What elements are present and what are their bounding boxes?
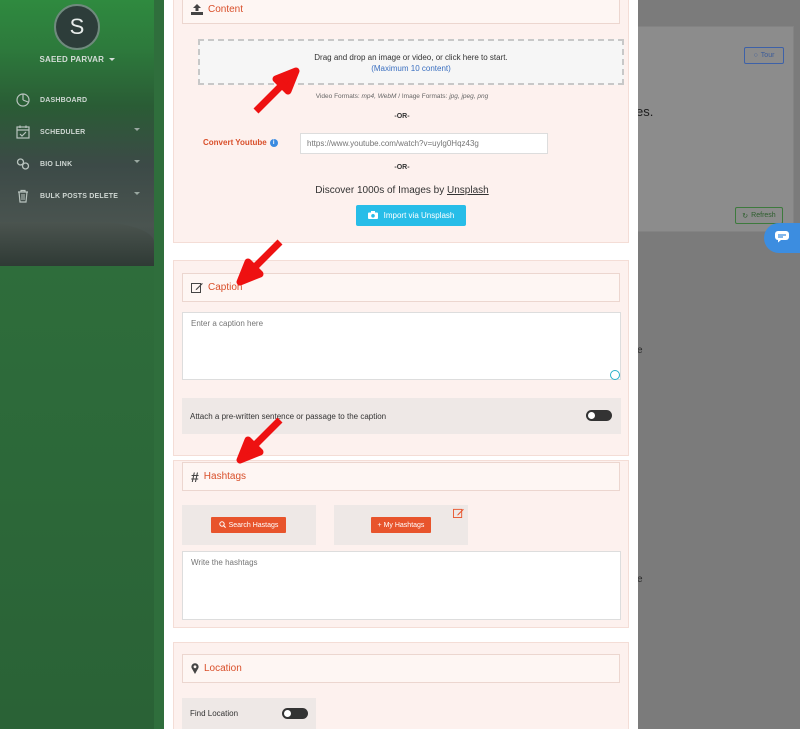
find-location-row: Find Location bbox=[182, 698, 316, 729]
youtube-label-text: Convert Youtube bbox=[203, 138, 267, 147]
content-header: Content bbox=[182, 0, 620, 24]
location-section: Location Find Location bbox=[173, 642, 629, 729]
dropzone-text: Drag and drop an image or video, or clic… bbox=[314, 53, 508, 62]
sidebar-item-bulk-posts-delete[interactable]: BULK POSTS DELETE bbox=[0, 185, 154, 207]
attach-passage-label: Attach a pre-written sentence or passage… bbox=[190, 411, 387, 421]
attach-passage-toggle[interactable] bbox=[586, 410, 612, 421]
chevron-down-icon bbox=[134, 128, 140, 131]
camera-icon bbox=[367, 210, 378, 221]
caption-textarea[interactable] bbox=[182, 312, 621, 380]
user-name: SAEED PARVAR bbox=[39, 55, 105, 64]
search-hashtags-button[interactable]: Search Hastags bbox=[211, 517, 286, 533]
chat-button[interactable] bbox=[764, 223, 800, 253]
sidebar-item-dashboard[interactable]: DASHBOARD bbox=[0, 89, 154, 111]
red-arrow-icon bbox=[253, 67, 300, 114]
youtube-label: Convert Youtube i bbox=[203, 138, 278, 147]
dashboard-icon bbox=[14, 91, 32, 109]
map-marker-icon bbox=[191, 663, 199, 674]
edit-icon bbox=[191, 282, 203, 293]
find-location-label: Find Location bbox=[190, 709, 239, 718]
search-hashtags-label: Search Hastags bbox=[228, 521, 279, 529]
sidebar-item-bio-link[interactable]: BIO LINK bbox=[0, 153, 154, 175]
edit-icon[interactable] bbox=[453, 508, 464, 521]
content-section: Content Drag and drop an image or video,… bbox=[173, 0, 629, 243]
sidebar-lower-panel bbox=[0, 266, 154, 729]
sidebar-item-label: BIO LINK bbox=[40, 160, 73, 168]
find-location-toggle[interactable] bbox=[282, 708, 308, 719]
hash-icon: # bbox=[191, 468, 199, 485]
image-formats-label: / Image Formats: bbox=[396, 93, 450, 100]
content-title: Content bbox=[208, 4, 244, 15]
avatar[interactable]: S bbox=[54, 4, 100, 50]
user-menu[interactable]: SAEED PARVAR bbox=[0, 55, 154, 64]
search-hashtags-box: Search Hastags bbox=[182, 505, 316, 545]
chevron-down-icon bbox=[134, 192, 140, 195]
emoji-icon[interactable] bbox=[610, 370, 620, 380]
trash-icon bbox=[14, 187, 32, 205]
youtube-url-input[interactable] bbox=[300, 133, 548, 154]
sidebar-item-scheduler[interactable]: SCHEDULER bbox=[0, 121, 154, 143]
unsplash-discover: Discover 1000s of Images by Unsplash bbox=[174, 185, 630, 196]
refresh-icon: ↻ bbox=[742, 212, 749, 220]
tour-label: Tour bbox=[760, 52, 775, 59]
video-formats-label: Video Formats: bbox=[315, 93, 362, 100]
calendar-icon bbox=[14, 123, 32, 141]
search-icon bbox=[218, 520, 226, 530]
my-hashtags-button[interactable]: + My Hashtags bbox=[371, 517, 431, 533]
supported-formats: Video Formats: mp4, WebM / Image Formats… bbox=[174, 93, 630, 100]
hashtags-textarea[interactable] bbox=[182, 551, 621, 620]
info-icon[interactable]: i bbox=[269, 138, 278, 147]
unsplash-link[interactable]: Unsplash bbox=[447, 185, 489, 196]
sidebar-background-hill bbox=[0, 222, 154, 266]
red-arrow-icon bbox=[236, 239, 283, 286]
refresh-button[interactable]: ↻ Refresh bbox=[735, 207, 783, 224]
sidebar-item-label: DASHBOARD bbox=[40, 96, 88, 104]
discover-text: Discover 1000s of Images by bbox=[315, 185, 448, 196]
hashtags-section: # Hashtags Search Hastags + My Hashtags bbox=[173, 460, 629, 628]
red-arrow-icon bbox=[236, 417, 283, 464]
image-formats: jpg, jpeg, png bbox=[449, 93, 489, 100]
sidebar-item-label: BULK POSTS DELETE bbox=[40, 192, 119, 200]
import-unsplash-button[interactable]: Import via Unsplash bbox=[356, 205, 466, 226]
location-header: Location bbox=[182, 654, 620, 683]
chat-icon bbox=[774, 230, 790, 246]
sidebar-item-label: SCHEDULER bbox=[40, 128, 86, 136]
import-unsplash-label: Import via Unsplash bbox=[383, 211, 455, 220]
chevron-down-icon bbox=[134, 160, 140, 163]
tour-button[interactable]: ○ Tour bbox=[744, 47, 784, 64]
create-post-modal: Content Drag and drop an image or video,… bbox=[164, 0, 638, 729]
sidebar: S SAEED PARVAR DASHBOARD SCHEDULER BIO L… bbox=[0, 0, 154, 729]
refresh-label: Refresh bbox=[751, 212, 776, 219]
my-hashtags-box: + My Hashtags bbox=[334, 505, 468, 545]
caret-down-icon bbox=[108, 58, 115, 62]
hashtags-title: Hashtags bbox=[203, 471, 247, 482]
hashtags-header: # Hashtags bbox=[182, 462, 620, 491]
upload-icon bbox=[191, 4, 203, 15]
or-divider: -OR- bbox=[394, 164, 410, 171]
location-title: Location bbox=[204, 663, 242, 674]
link-icon bbox=[14, 155, 32, 173]
video-formats: mp4, WebM bbox=[361, 93, 397, 100]
binoculars-icon: ○ bbox=[753, 52, 758, 59]
or-divider: -OR- bbox=[394, 113, 410, 120]
background-text: es. bbox=[636, 104, 654, 119]
